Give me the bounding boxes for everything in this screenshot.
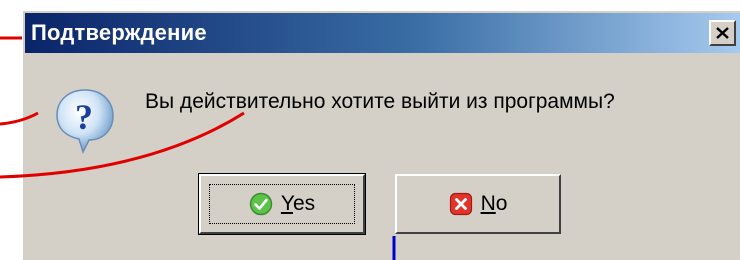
close-button[interactable]: [709, 20, 736, 46]
yes-label: Yes: [280, 192, 316, 215]
no-label: No: [480, 192, 508, 215]
dialog-title: Подтверждение: [31, 20, 207, 45]
x-icon: [449, 192, 472, 216]
no-button[interactable]: No: [395, 174, 561, 234]
confirm-dialog: Подтверждение ? Вы действительно хотите …: [22, 10, 740, 260]
yes-button[interactable]: Yes: [198, 173, 366, 235]
close-icon: [716, 27, 729, 39]
dialog-message: Вы действительно хотите выйти из програм…: [145, 90, 615, 113]
question-icon: ?: [56, 89, 114, 154]
svg-text:?: ?: [75, 97, 93, 137]
check-icon: [249, 192, 273, 216]
title-bar: Подтверждение: [25, 13, 740, 53]
